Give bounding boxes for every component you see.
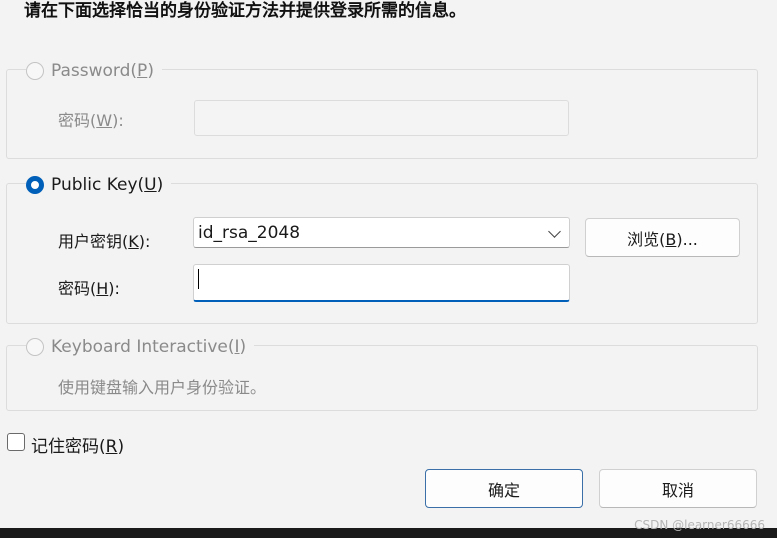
keyboard-interactive-radio[interactable]: Keyboard Interactive(I)	[26, 337, 255, 357]
password-input[interactable]	[194, 100, 569, 136]
keyboard-interactive-radio-button[interactable]	[26, 338, 44, 356]
user-key-dropdown[interactable]: id_rsa_2048	[193, 217, 570, 248]
password-radio-label: Password(P)	[51, 61, 154, 81]
remember-password-label[interactable]: 记住密码(R)	[31, 432, 124, 457]
keyboard-interactive-label: Keyboard Interactive(I)	[51, 337, 247, 357]
password-radio-button[interactable]	[26, 62, 44, 80]
password-field-label: 密码(W):	[58, 111, 124, 130]
chevron-down-icon	[548, 225, 561, 238]
browse-button[interactable]: 浏览(B)...	[585, 218, 740, 257]
ok-button[interactable]: 确定	[425, 469, 583, 508]
keyboard-interactive-description: 使用键盘输入用户身份验证。	[58, 378, 267, 397]
publickey-radio-button[interactable]	[26, 176, 44, 194]
text-caret	[198, 269, 199, 289]
user-key-value: id_rsa_2048	[198, 223, 301, 243]
instruction-text: 请在下面选择恰当的身份验证方法并提供登录所需的信息。	[24, 1, 466, 21]
publickey-radio-label: Public Key(U)	[51, 175, 164, 195]
cancel-button[interactable]: 取消	[599, 469, 757, 508]
user-key-label: 用户密钥(K):	[58, 232, 151, 251]
browse-button-label: 浏览(B)...	[627, 229, 698, 249]
passphrase-label: 密码(H):	[58, 279, 120, 298]
passphrase-input[interactable]	[193, 264, 570, 302]
password-radio[interactable]: Password(P)	[26, 61, 162, 81]
watermark: CSDN @learner66666	[634, 518, 765, 532]
remember-password-checkbox[interactable]	[7, 433, 25, 451]
publickey-radio[interactable]: Public Key(U)	[26, 175, 172, 195]
